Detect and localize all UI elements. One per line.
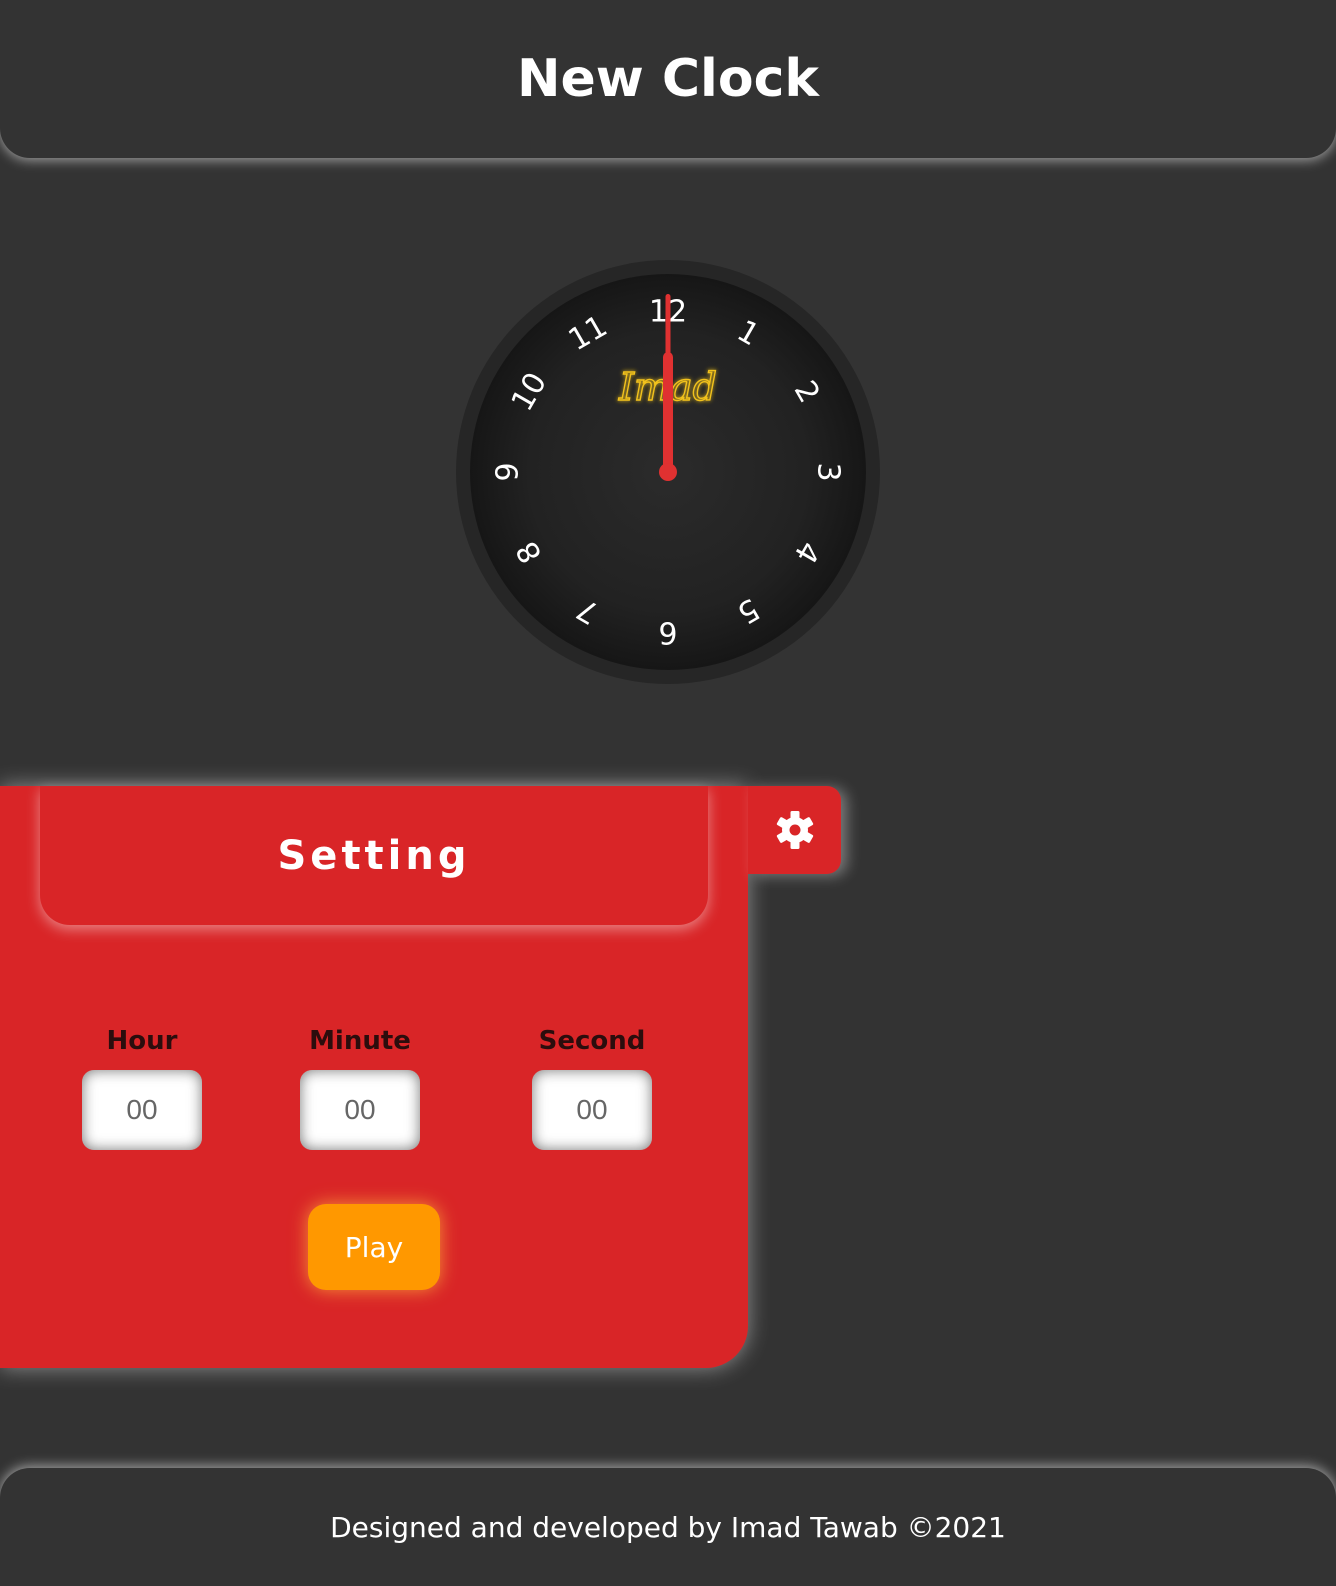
play-button[interactable]: Play [308,1204,440,1290]
hour-field: Hour [82,1026,202,1150]
clock-number-3: 3 [811,462,846,481]
clock-center-pin [659,463,677,481]
minute-field: Minute [300,1026,420,1150]
page-title: New Clock [516,49,820,109]
page-footer: Designed and developed by Imad Tawab ©20… [0,1468,1336,1586]
footer-credit: Designed and developed by Imad Tawab ©20… [330,1510,1006,1544]
settings-panel: Setting Hour Minute Second Play [0,786,748,1368]
minute-label: Minute [309,1026,411,1056]
second-field: Second [532,1026,652,1150]
second-label: Second [538,1026,646,1056]
minute-input[interactable] [300,1070,420,1150]
analog-clock: 121234567891011 Imad [454,258,882,686]
clock-number-9: 9 [491,462,526,481]
settings-toggle-button[interactable] [748,786,841,874]
hour-input[interactable] [82,1070,202,1150]
clock-number-6: 6 [658,615,677,650]
page-header: New Clock [0,0,1336,158]
clock-face-svg: 121234567891011 Imad [456,260,880,684]
settings-title: Setting [277,832,471,879]
hour-label: Hour [106,1026,178,1056]
second-input[interactable] [532,1070,652,1150]
second-hand [665,294,671,472]
gear-icon [776,811,813,849]
settings-title-box: Setting [40,786,708,925]
